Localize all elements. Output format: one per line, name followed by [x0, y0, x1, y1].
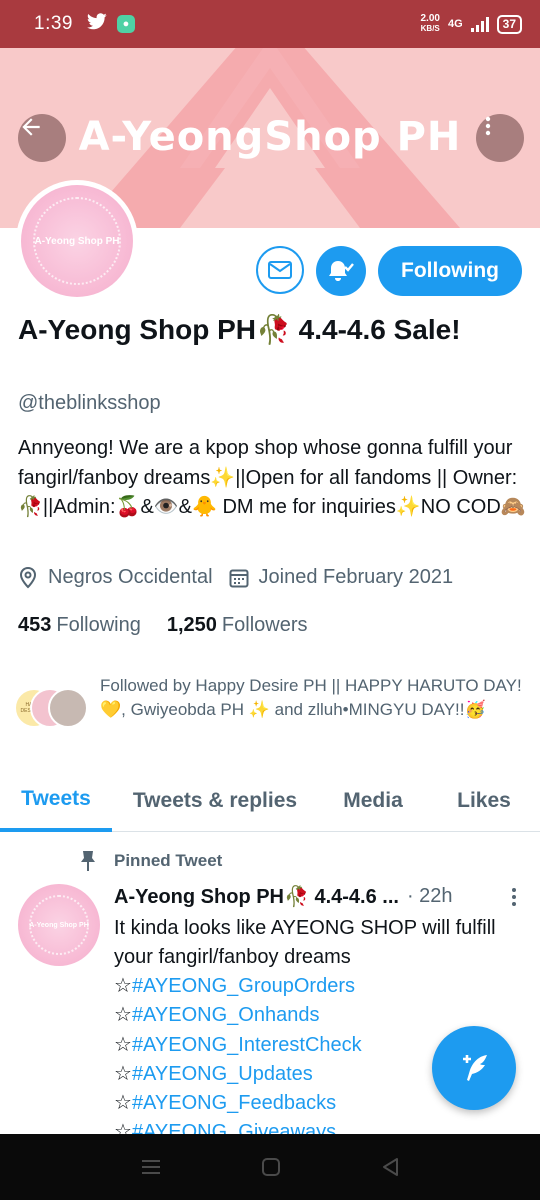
- tab-tweets-replies[interactable]: Tweets & replies: [112, 770, 318, 832]
- tweet-more-button[interactable]: [504, 886, 524, 908]
- tweet-avatar-text: A-Yeong Shop PH: [29, 921, 89, 929]
- avatar-text: A-Yeong Shop PH: [34, 235, 120, 247]
- hashtag-line: ☆#AYEONG_InterestCheck: [114, 1031, 444, 1060]
- following-link[interactable]: 453 Following: [18, 614, 141, 637]
- tweet-author[interactable]: A-Yeong Shop PH🥀 4.4-4.6 ...: [114, 884, 399, 909]
- profile-handle: @theblinksshop: [18, 392, 161, 414]
- follow-stats: 453 Following 1,250 Followers: [18, 614, 308, 637]
- bullet-star: ☆: [114, 975, 132, 997]
- hashtag-line: ☆#AYEONG_Feedbacks: [114, 1089, 444, 1118]
- pin-icon: [78, 850, 98, 872]
- more-vertical-icon: [485, 116, 491, 136]
- profile-location: Negros Occidental: [48, 566, 213, 588]
- system-nav-bar: [0, 1134, 540, 1200]
- hashtag-link[interactable]: #AYEONG_Onhands: [132, 1004, 320, 1026]
- menu-icon[interactable]: [140, 1158, 162, 1176]
- tweet-hashtags: ☆#AYEONG_GroupOrders ☆#AYEONG_Onhands ☆#…: [114, 972, 444, 1148]
- more-options-button[interactable]: [476, 114, 524, 162]
- tab-likes[interactable]: Likes: [428, 770, 540, 832]
- follower-avatar: [48, 688, 88, 728]
- network-type: 4G: [447, 18, 463, 30]
- bullet-star: ☆: [114, 1033, 132, 1056]
- notifications-button[interactable]: [316, 246, 366, 296]
- speed-value: 2.00: [420, 13, 440, 24]
- following-button[interactable]: Following: [378, 246, 522, 296]
- more-vertical-icon: [512, 887, 516, 906]
- profile-joined: Joined February 2021: [258, 566, 454, 588]
- calendar-icon: [229, 568, 249, 588]
- hashtag-line: ☆#AYEONG_GroupOrders: [114, 972, 444, 1001]
- bell-check-icon: [329, 261, 354, 281]
- back-button[interactable]: [18, 114, 66, 162]
- app-notification-icon: ●: [116, 15, 135, 33]
- hashtag-link[interactable]: #AYEONG_Feedbacks: [132, 1092, 336, 1114]
- bullet-star: ☆: [114, 1062, 132, 1085]
- compose-tweet-button[interactable]: [432, 1026, 516, 1110]
- back-nav-icon[interactable]: [380, 1156, 400, 1178]
- compose-icon: [463, 1055, 487, 1081]
- status-time: 1:39: [34, 13, 73, 34]
- pinned-label: Pinned Tweet: [114, 851, 223, 870]
- following-label: Following: [56, 614, 141, 636]
- tab-media[interactable]: Media: [318, 770, 428, 832]
- speed-unit: KB/S: [420, 24, 440, 33]
- bullet-star: ☆: [114, 1004, 132, 1027]
- followed-by-avatars[interactable]: HAPPY DESIRE PH: [14, 688, 94, 728]
- tab-tweets[interactable]: Tweets: [0, 770, 112, 832]
- home-icon[interactable]: [261, 1157, 281, 1177]
- hashtag-line: ☆#AYEONG_Onhands: [114, 1001, 444, 1030]
- network-speed: 2.00 KB/S: [420, 14, 439, 34]
- mail-icon: [268, 261, 292, 279]
- hashtag-link[interactable]: #AYEONG_InterestCheck: [132, 1034, 362, 1056]
- bullet-star: ☆: [114, 1092, 132, 1115]
- profile-bio: Annyeong! We are a kpop shop whose gonna…: [18, 437, 526, 518]
- tweet-time: · 22h: [406, 885, 453, 907]
- banner-title: A-YeongShop PH: [78, 114, 462, 160]
- followers-link[interactable]: 1,250 Followers: [167, 614, 308, 637]
- back-arrow-icon: [22, 118, 40, 136]
- battery-icon: 37: [496, 14, 522, 34]
- profile-meta: Negros Occidental Joined February 2021: [18, 566, 453, 589]
- followers-count: 1,250: [166, 614, 217, 636]
- pinned-indicator: Pinned Tweet: [78, 850, 222, 872]
- hashtag-link[interactable]: #AYEONG_GroupOrders: [132, 975, 355, 997]
- followed-by-text[interactable]: Followed by Happy Desire PH || HAPPY HAR…: [100, 674, 525, 722]
- location-icon: [18, 566, 38, 589]
- twitter-bird-icon: [86, 13, 107, 35]
- tweet-avatar[interactable]: A-Yeong Shop PH: [18, 884, 100, 966]
- hashtag-link[interactable]: #AYEONG_Updates: [132, 1063, 313, 1085]
- status-bar: 1:39 ● 2.00 KB/S 4G 37: [0, 0, 540, 48]
- signal-icon: [470, 16, 489, 32]
- tweet-text: It kinda looks like AYEONG SHOP will ful…: [114, 917, 496, 969]
- profile-name: A-Yeong Shop PH🥀 4.4-4.6 Sale!: [18, 314, 461, 345]
- message-button[interactable]: [256, 246, 304, 294]
- profile-avatar[interactable]: A-Yeong Shop PH: [16, 180, 138, 302]
- profile-tabs: Tweets Tweets & replies Media Likes: [0, 770, 540, 832]
- tweet-header: A-Yeong Shop PH🥀 4.4-4.6 ... · 22h: [114, 884, 524, 909]
- hashtag-line: ☆#AYEONG_Updates: [114, 1060, 444, 1089]
- followers-label: Followers: [221, 614, 308, 636]
- following-count: 453: [18, 614, 52, 636]
